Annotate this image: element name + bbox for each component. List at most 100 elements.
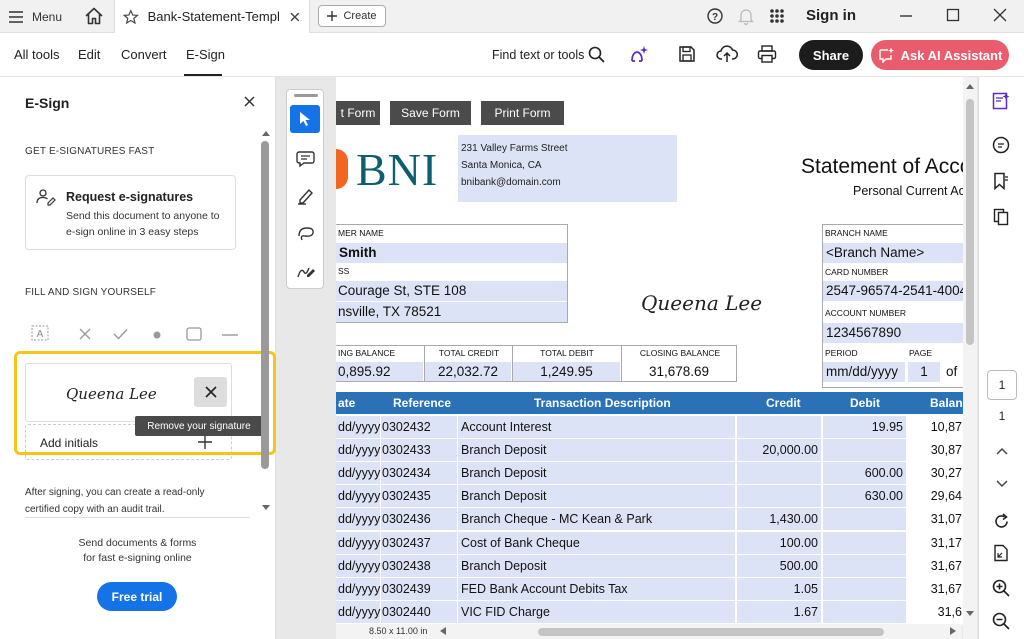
placed-signature[interactable]: Queena Lee [639,288,779,318]
tx-credit-cell[interactable] [737,462,821,485]
upload-cloud-icon[interactable] [716,44,738,64]
maximize-icon[interactable] [946,8,960,22]
tx-debit-cell[interactable] [823,600,906,623]
horizontal-scrollbar-thumb[interactable] [538,628,884,636]
comment-icon[interactable] [296,150,316,168]
tx-reference-cell[interactable]: 0302435 [381,485,457,508]
tx-debit-cell[interactable] [823,439,906,462]
tx-date-cell[interactable]: dd/yyyy [336,485,380,508]
scroll-down-arrow-icon[interactable] [262,505,270,511]
sign-tool-icon[interactable] [296,262,316,280]
tx-description-cell[interactable]: Branch Cheque - MC Kean & Park [458,508,735,531]
tx-description-cell[interactable]: Branch Deposit [458,554,735,577]
comments-icon[interactable] [992,136,1010,154]
scroll-right-arrow-icon[interactable] [950,627,956,635]
document-tab[interactable]: Bank-Statement-Templ... [114,0,310,33]
current-page-input[interactable]: 1 [987,370,1017,400]
pages-icon[interactable] [993,208,1009,226]
submit-form-button[interactable]: t Form [336,101,380,125]
branch-name-field[interactable]: <Branch Name> [823,243,963,263]
zoom-in-icon[interactable] [992,579,1010,597]
tx-description-cell[interactable]: Cost of Bank Cheque [458,531,735,554]
dot-icon[interactable] [153,331,161,339]
tab-e-sign[interactable]: E-Sign [186,47,225,62]
print-form-button[interactable]: Print Form [481,101,564,125]
tx-debit-cell[interactable] [823,577,906,600]
tx-reference-cell[interactable]: 0302437 [381,531,457,554]
tx-debit-cell[interactable]: 19.95 [823,416,906,438]
vertical-scrollbar-thumb[interactable] [966,99,974,345]
account-number-field[interactable]: 1234567890 [823,323,963,343]
scroll-left-arrow-icon[interactable] [440,627,446,635]
tx-description-cell[interactable]: FED Bank Account Debits Tax [458,577,735,600]
apps-grid-icon[interactable] [769,8,785,24]
horizontal-scrollbar[interactable]: 8.50 x 11.00 in [336,624,962,639]
find-text-label[interactable]: Find text or tools [492,48,584,62]
customer-address-line2[interactable]: nsville, TX 78521 [336,302,567,322]
search-icon[interactable] [588,46,605,63]
home-icon[interactable] [84,6,104,26]
page-field[interactable]: 1 [908,362,940,382]
tx-date-cell[interactable]: dd/yyyy [336,416,380,438]
tx-credit-cell[interactable] [737,485,821,508]
tx-debit-cell[interactable] [823,531,906,554]
close-window-icon[interactable] [993,8,1007,22]
minimize-icon[interactable] [898,9,914,23]
scroll-down-arrow-icon[interactable] [966,611,974,617]
tx-reference-cell[interactable]: 0302434 [381,462,457,485]
tx-date-cell[interactable]: dd/yyyy [336,508,380,531]
period-field[interactable]: mm/dd/yyyy [823,362,905,382]
tx-debit-cell[interactable]: 600.00 [823,462,906,485]
print-icon[interactable] [757,45,777,63]
help-icon[interactable]: ? [707,8,723,24]
draw-freeform-icon[interactable] [296,225,316,243]
rotate-icon[interactable] [993,513,1010,530]
ai-tools-icon[interactable] [628,44,650,64]
page-fit-icon[interactable] [993,544,1010,562]
save-icon[interactable] [678,45,696,63]
tab-convert[interactable]: Convert [121,47,167,62]
tx-debit-cell[interactable] [823,554,906,577]
tx-reference-cell[interactable]: 0302436 [381,508,457,531]
tab-edit[interactable]: Edit [78,47,100,62]
close-tab-icon[interactable] [289,11,301,23]
vertical-scrollbar[interactable] [963,77,977,639]
tx-date-cell[interactable]: dd/yyyy [336,554,380,577]
highlight-pen-icon[interactable] [296,187,316,205]
next-page-icon[interactable] [996,480,1008,488]
fill-sign-icon[interactable] [992,92,1010,110]
card-number-field[interactable]: 2547-96574-2541-4004 [823,281,963,301]
tx-date-cell[interactable]: dd/yyyy [336,600,380,623]
free-trial-button[interactable]: Free trial [97,582,177,611]
tx-credit-cell[interactable]: 20,000.00 [737,439,821,462]
tx-debit-cell[interactable] [823,508,906,531]
tx-description-cell[interactable]: Account Interest [458,416,735,438]
tx-description-cell[interactable]: VIC FID Charge [458,600,735,623]
previous-page-icon[interactable] [996,447,1008,455]
checkmark-icon[interactable] [113,328,128,340]
scroll-up-arrow-icon[interactable] [966,83,974,89]
notification-bell-icon[interactable] [738,8,754,25]
drag-handle[interactable] [294,94,318,97]
tab-all-tools[interactable]: All tools [14,47,60,62]
rectangle-icon[interactable] [186,327,202,341]
tx-reference-cell[interactable]: 0302432 [381,416,457,438]
opening-balance-value[interactable]: 0,895.92 [336,362,423,381]
customer-address-line1[interactable]: Courage St, STE 108 [336,281,567,301]
sign-in-link[interactable]: Sign in [806,7,856,24]
text-field-icon[interactable]: A [31,325,49,341]
tx-credit-cell[interactable]: 1,430.00 [737,508,821,531]
total-debit-value[interactable]: 1,249.95 [513,362,620,381]
save-form-button[interactable]: Save Form [390,101,471,125]
create-button[interactable]: Create [318,5,386,27]
total-credit-value[interactable]: 22,032.72 [425,362,511,381]
panel-scrollbar-thumb[interactable] [261,141,269,469]
menu-button[interactable]: Menu [8,6,62,28]
tx-credit-cell[interactable]: 1.67 [737,600,821,623]
tx-description-cell[interactable]: Branch Deposit [458,439,735,462]
customer-name-field[interactable]: Smith [336,243,567,263]
tx-reference-cell[interactable]: 0302440 [381,600,457,623]
tx-date-cell[interactable]: dd/yyyy [336,439,380,462]
scroll-up-arrow-icon[interactable] [262,130,270,136]
tx-description-cell[interactable]: Branch Deposit [458,485,735,508]
